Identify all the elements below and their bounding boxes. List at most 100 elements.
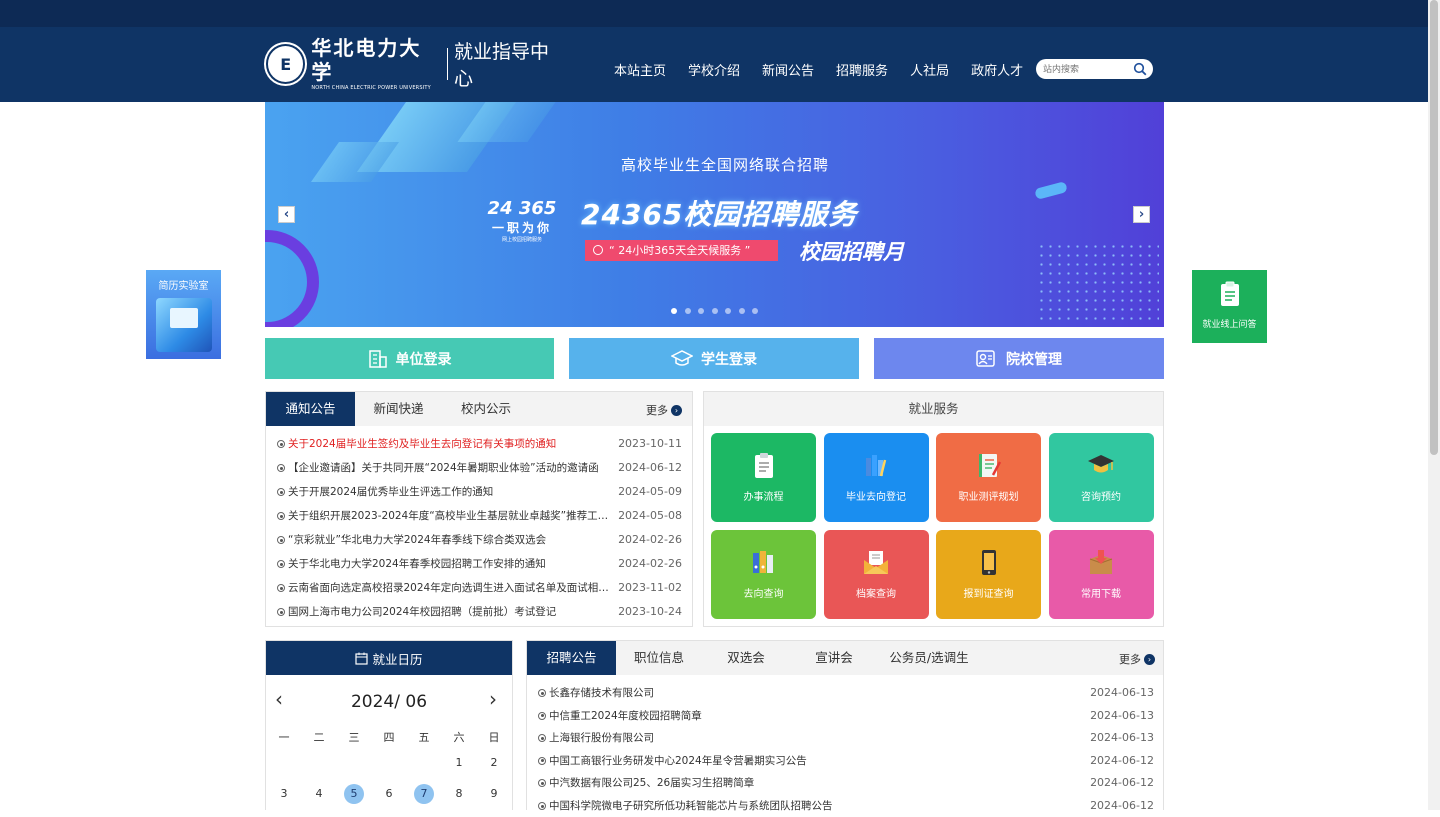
notice-item[interactable]: 关于组织开展2023-2024年度“高校毕业生基层就业卓越奖”推荐工作的通知 20… bbox=[277, 507, 682, 527]
calendar-title: 就业日历 bbox=[372, 651, 423, 667]
recruitment-date: 2024-06-12 bbox=[1090, 776, 1154, 790]
notice-item[interactable]: 云南省面向选定高校招录2024年定向选调生进入面试名单及面试相关事项 2023-1… bbox=[277, 579, 682, 599]
tab-campus-announcements[interactable]: 校内公示 bbox=[442, 392, 530, 426]
banner-dot[interactable] bbox=[671, 308, 677, 314]
calendar-day[interactable]: 3 bbox=[274, 784, 294, 804]
nav-home[interactable]: 本站主页 bbox=[614, 60, 666, 79]
calendar-day[interactable]: 5 bbox=[344, 784, 364, 804]
notice-title: 【企业邀请函】关于共同开展“2024年暑期职业体验”活动的邀请函 bbox=[288, 462, 599, 474]
service-tile[interactable]: 去向查询 bbox=[711, 530, 816, 619]
tab-notices[interactable]: 通知公告 bbox=[266, 392, 355, 426]
calendar-day[interactable]: 4 bbox=[309, 784, 329, 804]
page-scrollbar[interactable] bbox=[1428, 0, 1440, 810]
notice-tabs: 通知公告 新闻快递 校内公示 更多 › bbox=[266, 392, 692, 426]
login-buttons: 单位登录 学生登录 院校管理 bbox=[265, 338, 1164, 379]
banner-dot[interactable] bbox=[738, 308, 745, 314]
employment-service-panel: 就业服务 办事流程 毕业去向登记 职业测评规划 咨询预约去向查询 档案查询 报到证查询 常用… bbox=[703, 391, 1164, 627]
banner-month-text: 校园招聘月 bbox=[799, 240, 904, 264]
bullet-icon bbox=[277, 512, 285, 520]
notice-item[interactable]: 关于开展2024届优秀毕业生评选工作的通知 2024-05-09 bbox=[277, 483, 682, 503]
graduation-cap-icon bbox=[1088, 455, 1114, 473]
recruitment-title: 长鑫存储技术有限公司 bbox=[549, 687, 654, 699]
tab-job-info[interactable]: 职位信息 bbox=[616, 641, 702, 675]
tab-civil-service[interactable]: 公务员/选调生 bbox=[878, 641, 980, 675]
notice-item[interactable]: “京彩就业”华北电力大学2024年春季线下综合类双选会 2024-02-26 bbox=[277, 531, 682, 551]
search-input[interactable] bbox=[1043, 62, 1133, 76]
search-icon[interactable] bbox=[1133, 62, 1147, 76]
nav-news[interactable]: 新闻公告 bbox=[762, 60, 814, 79]
recruitment-item[interactable]: 上海银行股份有限公司 2024-06-13 bbox=[538, 729, 1154, 749]
calendar-header: 就业日历 bbox=[266, 641, 512, 675]
service-tile[interactable]: 常用下载 bbox=[1048, 530, 1154, 619]
recruitment-date: 2024-06-12 bbox=[1090, 799, 1154, 812]
clipboard-icon bbox=[1220, 281, 1239, 306]
calendar-day[interactable]: 9 bbox=[484, 784, 504, 804]
arrow-right-circle-icon: › bbox=[671, 404, 682, 416]
service-tile-label: 毕业去向登记 bbox=[846, 492, 906, 503]
tab-recruitment-notices[interactable]: 招聘公告 bbox=[527, 641, 616, 675]
banner-prev-button[interactable]: ‹ bbox=[278, 206, 295, 223]
notice-item[interactable]: 国网上海市电力公司2024年校园招聘（提前批）考试登记 2023-10-24 bbox=[277, 603, 682, 623]
recruitment-item[interactable]: 中信重工2024年度校园招聘简章 2024-06-13 bbox=[538, 707, 1154, 727]
recruitment-item[interactable]: 长鑫存储技术有限公司 2024-06-13 bbox=[538, 684, 1154, 704]
service-tile[interactable]: 职业测评规划 bbox=[936, 433, 1041, 522]
notice-date: 2024-05-08 bbox=[618, 509, 682, 522]
calendar-day[interactable]: 2 bbox=[484, 753, 504, 773]
student-login-button[interactable]: 学生登录 bbox=[569, 338, 859, 379]
banner-badge-slogan: 一职为你 bbox=[491, 221, 552, 235]
bullet-icon bbox=[277, 584, 285, 592]
recruitment-tabs: 招聘公告 职位信息 双选会 宣讲会 公务员/选调生 更多 › bbox=[527, 641, 1163, 675]
recruitment-item[interactable]: 中国工商银行业务研发中心2024年星令营暑期实习公告 2024-06-12 bbox=[538, 752, 1154, 772]
banner-next-button[interactable]: › bbox=[1133, 206, 1150, 223]
graduation-cap-icon bbox=[671, 349, 693, 366]
online-qa-float[interactable]: 就业线上问答 bbox=[1192, 270, 1267, 343]
banner-dot[interactable] bbox=[698, 308, 704, 314]
service-tile[interactable]: 办事流程 bbox=[711, 433, 816, 522]
university-logo[interactable]: E 华北电力大学 NORTH CHINA ELECTRIC POWER UNIV… bbox=[266, 36, 566, 91]
service-panel-title: 就业服务 bbox=[704, 392, 1163, 426]
recruitment-more-link[interactable]: 更多 › bbox=[1119, 651, 1155, 667]
service-tile[interactable]: 报到证查询 bbox=[936, 530, 1041, 619]
calendar-day[interactable]: 8 bbox=[449, 784, 469, 804]
service-tile[interactable]: 咨询预约 bbox=[1048, 433, 1154, 522]
nav-school-intro[interactable]: 学校介绍 bbox=[688, 60, 740, 79]
service-tile[interactable]: 毕业去向登记 bbox=[823, 433, 929, 522]
banner-dot[interactable] bbox=[711, 308, 718, 314]
arrow-right-circle-icon: › bbox=[1144, 653, 1155, 665]
calendar-day[interactable]: 7 bbox=[414, 784, 434, 804]
bullet-icon bbox=[538, 756, 546, 765]
employer-login-button[interactable]: 单位登录 bbox=[265, 338, 554, 379]
notice-item[interactable]: 【企业邀请函】关于共同开展“2024年暑期职业体验”活动的邀请函 2024-06-… bbox=[277, 459, 682, 479]
calendar-day[interactable]: 1 bbox=[449, 753, 469, 773]
tab-job-fairs[interactable]: 双选会 bbox=[702, 641, 790, 675]
banner-badge-small: 网上校园招聘服务 bbox=[501, 237, 542, 243]
banner-dot[interactable] bbox=[752, 308, 758, 314]
school-admin-button[interactable]: 院校管理 bbox=[874, 338, 1164, 379]
notice-date: 2024-05-09 bbox=[618, 485, 682, 498]
banner-service-tag: “ 24小时365天全天候服务 ” bbox=[585, 240, 778, 261]
banner-dot[interactable] bbox=[725, 308, 731, 314]
service-tile[interactable]: 档案查询 bbox=[823, 530, 929, 619]
banner-dot[interactable] bbox=[684, 308, 691, 314]
scrollbar-thumb[interactable] bbox=[1430, 0, 1438, 455]
notice-item[interactable]: 关于2024届毕业生签约及毕业生去向登记有关事项的通知 2023-10-11 bbox=[277, 435, 682, 455]
tab-seminars[interactable]: 宣讲会 bbox=[790, 641, 878, 675]
envelope-icon bbox=[864, 551, 888, 574]
building-icon bbox=[368, 349, 387, 368]
notice-item[interactable]: 关于华北电力大学2024年春季校园招聘工作安排的通知 2024-02-26 bbox=[277, 555, 682, 575]
calendar-weekday: 三 bbox=[348, 731, 360, 744]
nav-hr-bureau[interactable]: 人社局 bbox=[910, 60, 949, 79]
banner-carousel[interactable]: 高校毕业生全国网络联合招聘 24 365 一职为你 网上校园招聘服务 24365… bbox=[265, 102, 1164, 327]
notice-date: 2024-06-12 bbox=[618, 461, 682, 474]
notice-title: 关于2024届毕业生签约及毕业生去向登记有关事项的通知 bbox=[288, 438, 557, 450]
recruitment-item[interactable]: 中汽数据有限公司25、26届实习生招聘简章 2024-06-12 bbox=[538, 774, 1154, 794]
calendar-day[interactable]: 6 bbox=[379, 784, 399, 804]
nav-recruitment[interactable]: 招聘服务 bbox=[836, 60, 888, 79]
tab-news-express[interactable]: 新闻快递 bbox=[355, 392, 442, 426]
resume-lab-float[interactable]: 简历实验室 bbox=[146, 270, 221, 359]
recruitment-item[interactable]: 中国科学院微电子研究所低功耗智能芯片与系统团队招聘公告 2024-06-12 bbox=[538, 797, 1154, 817]
bullet-icon bbox=[277, 536, 285, 544]
recruitment-title: 中汽数据有限公司25、26届实习生招聘简章 bbox=[549, 777, 755, 790]
notice-more-link[interactable]: 更多 › bbox=[646, 402, 682, 418]
nav-gov-talent[interactable]: 政府人才 bbox=[971, 60, 1023, 79]
